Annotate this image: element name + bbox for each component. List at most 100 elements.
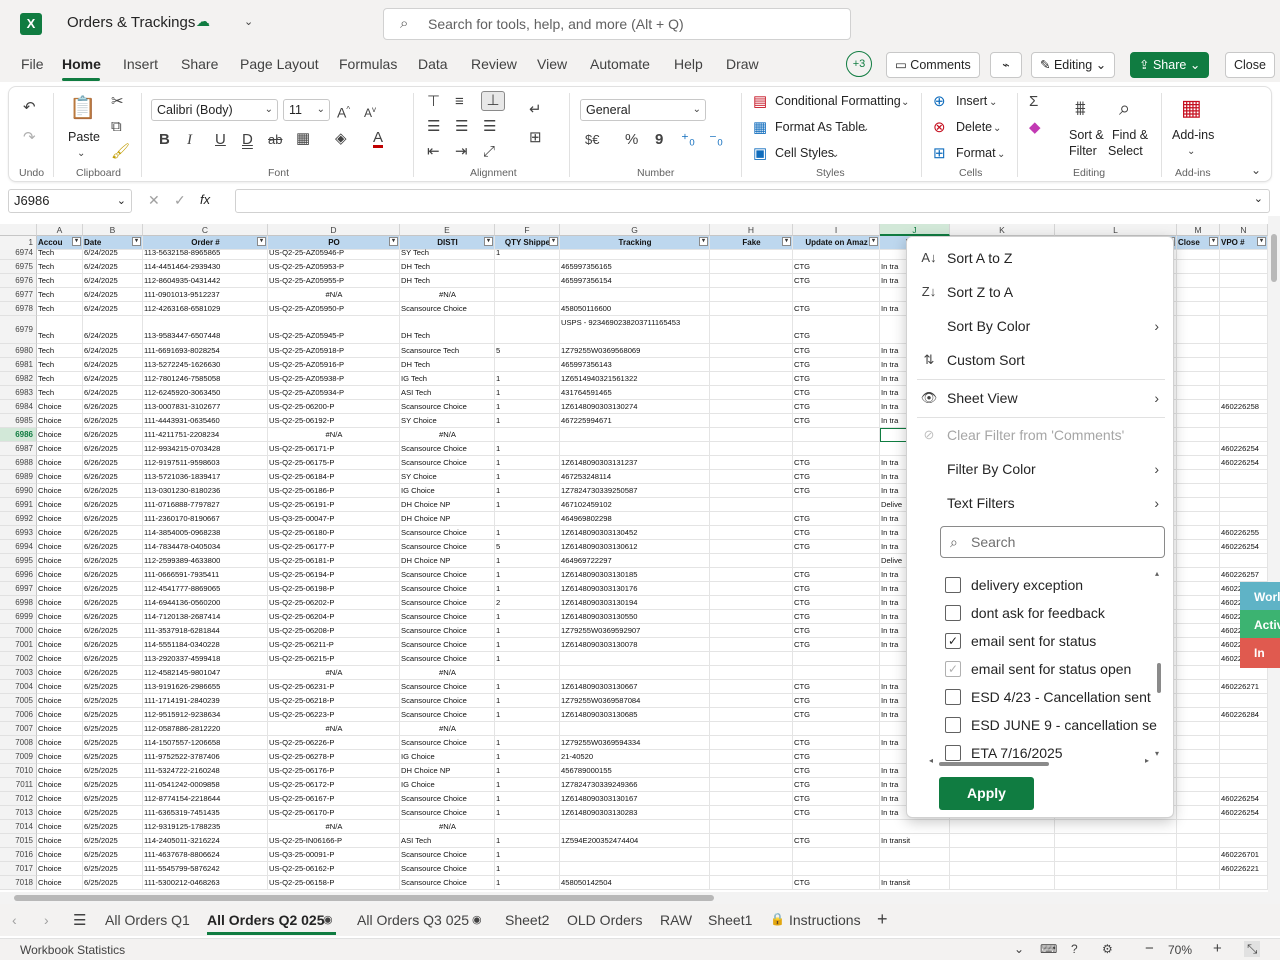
table-cell[interactable] [1177, 442, 1220, 456]
table-cell[interactable]: 111-0666591-7935411 [143, 568, 268, 582]
table-cell[interactable] [710, 792, 793, 806]
row-number[interactable]: 6995 [0, 554, 37, 568]
table-cell[interactable]: DH Tech [400, 358, 495, 372]
table-cell[interactable]: 1 [495, 694, 560, 708]
table-cell[interactable] [1220, 344, 1268, 358]
sheet-tab[interactable]: Instructions [789, 912, 861, 928]
table-cell[interactable]: 6/24/2025 [83, 358, 143, 372]
table-cell[interactable] [495, 722, 560, 736]
table-cell[interactable] [793, 428, 880, 442]
collapse-ribbon-icon[interactable]: ⌄ [1251, 161, 1261, 179]
table-cell[interactable] [793, 498, 880, 512]
table-cell[interactable]: CTG [793, 358, 880, 372]
table-cell[interactable] [1177, 470, 1220, 484]
table-cell[interactable]: CTG [793, 708, 880, 722]
table-cell[interactable]: US-Q2-25-AZ05950-P [268, 302, 400, 316]
add-sheet-icon[interactable]: + [877, 909, 888, 930]
table-cell[interactable]: US-Q2-25-06215-P [268, 652, 400, 666]
table-cell[interactable] [560, 442, 710, 456]
table-cell[interactable]: Choice [37, 512, 83, 526]
table-cell[interactable]: Choice [37, 820, 83, 834]
table-cell[interactable]: Scansource Choice [400, 736, 495, 750]
table-cell[interactable] [1220, 414, 1268, 428]
table-cell[interactable]: 1Z594E200352474404 [560, 834, 710, 848]
catch-up-button[interactable]: ⌁ [990, 52, 1022, 78]
table-cell[interactable] [1177, 862, 1220, 876]
table-cell[interactable] [1177, 736, 1220, 750]
menu-page-layout[interactable]: Page Layout [240, 56, 319, 72]
table-cell[interactable]: 113-5272245-1626630 [143, 358, 268, 372]
add-ins-icon[interactable]: ▦ [1181, 95, 1202, 121]
table-cell[interactable]: Scansource Choice [400, 638, 495, 652]
table-cell[interactable]: US-Q3-25-00047-P [268, 512, 400, 526]
table-cell[interactable]: 111-0541242-0009858 [143, 778, 268, 792]
table-cell[interactable]: US-Q2-25-06278-P [268, 750, 400, 764]
table-cell[interactable] [793, 722, 880, 736]
table-cell[interactable]: CTG [793, 750, 880, 764]
table-cell[interactable] [710, 834, 793, 848]
confirm-entry-icon[interactable]: ✓ [174, 192, 186, 209]
table-cell[interactable] [1177, 316, 1220, 344]
table-cell[interactable]: CTG [793, 568, 880, 582]
row-number[interactable]: 6998 [0, 596, 37, 610]
autosum-icon[interactable]: Σ [1029, 93, 1038, 111]
chevron-left-icon[interactable]: ‹ [12, 912, 17, 928]
table-cell[interactable] [1177, 792, 1220, 806]
table-cell[interactable]: 6/25/2025 [83, 862, 143, 876]
table-cell[interactable] [1177, 708, 1220, 722]
table-cell[interactable]: US-Q2-25-AZ05938-P [268, 372, 400, 386]
sheet-tab[interactable]: All Orders Q3 025 [357, 912, 469, 928]
table-cell[interactable]: SY Choice [400, 414, 495, 428]
table-cell[interactable]: US-Q2-25-06204-P [268, 610, 400, 624]
table-cell[interactable]: Tech [37, 246, 83, 260]
table-cell[interactable] [1177, 652, 1220, 666]
table-cell[interactable]: 113-0007831-3102677 [143, 400, 268, 414]
table-cell[interactable]: Choice [37, 554, 83, 568]
table-cell[interactable]: US-Q2-25-06194-P [268, 568, 400, 582]
table-cell[interactable]: 1 [495, 372, 560, 386]
table-cell[interactable] [1177, 568, 1220, 582]
table-cell[interactable]: IG Choice [400, 750, 495, 764]
row-number[interactable]: 7013 [0, 806, 37, 820]
clear-filter-item[interactable]: ⊘ Clear Filter from 'Comments' [907, 419, 1173, 451]
table-cell[interactable]: 460226255 [1220, 526, 1268, 540]
table-cell[interactable]: 1 [495, 652, 560, 666]
table-cell[interactable] [495, 512, 560, 526]
table-cell[interactable]: Choice [37, 484, 83, 498]
filter-search-input[interactable]: ⌕ Search [940, 526, 1165, 558]
table-cell[interactable]: Scansource Choice [400, 302, 495, 316]
table-cell[interactable] [950, 848, 1055, 862]
table-cell[interactable]: USPS - 9234690238203711165453 [560, 316, 710, 344]
table-cell[interactable]: 6/24/2025 [83, 288, 143, 302]
table-cell[interactable] [495, 274, 560, 288]
table-cell[interactable]: CTG [793, 610, 880, 624]
table-cell[interactable]: Choice [37, 848, 83, 862]
table-cell[interactable]: 458050142504 [560, 876, 710, 890]
table-cell[interactable] [1177, 526, 1220, 540]
table-cell[interactable]: Scansource Choice [400, 610, 495, 624]
table-cell[interactable]: 1 [495, 624, 560, 638]
table-cell[interactable] [880, 820, 950, 834]
table-cell[interactable]: 1 [495, 638, 560, 652]
scroll-down-icon[interactable]: ▾ [1155, 749, 1159, 758]
table-cell[interactable]: 111-5324722-2160248 [143, 764, 268, 778]
row-number[interactable]: 6996 [0, 568, 37, 582]
table-cell[interactable]: 1 [495, 708, 560, 722]
table-cell[interactable]: IG Tech [400, 372, 495, 386]
table-cell[interactable]: 1 [495, 764, 560, 778]
checkbox[interactable] [945, 717, 961, 733]
table-cell[interactable] [793, 554, 880, 568]
table-cell[interactable]: US-Q2-25-AZ05946-P [268, 246, 400, 260]
table-cell[interactable] [1177, 372, 1220, 386]
delete-cells-button[interactable]: Delete [956, 120, 992, 134]
table-cell[interactable] [710, 666, 793, 680]
row-number[interactable]: 6983 [0, 386, 37, 400]
table-cell[interactable] [495, 316, 560, 344]
table-cell[interactable] [710, 512, 793, 526]
table-cell[interactable]: 460226254 [1220, 792, 1268, 806]
sheet-tab[interactable]: Sheet1 [708, 912, 752, 928]
comma-button[interactable]: 9 [655, 131, 663, 149]
table-cell[interactable] [1177, 302, 1220, 316]
table-cell[interactable]: Choice [37, 498, 83, 512]
table-cell[interactable] [793, 862, 880, 876]
